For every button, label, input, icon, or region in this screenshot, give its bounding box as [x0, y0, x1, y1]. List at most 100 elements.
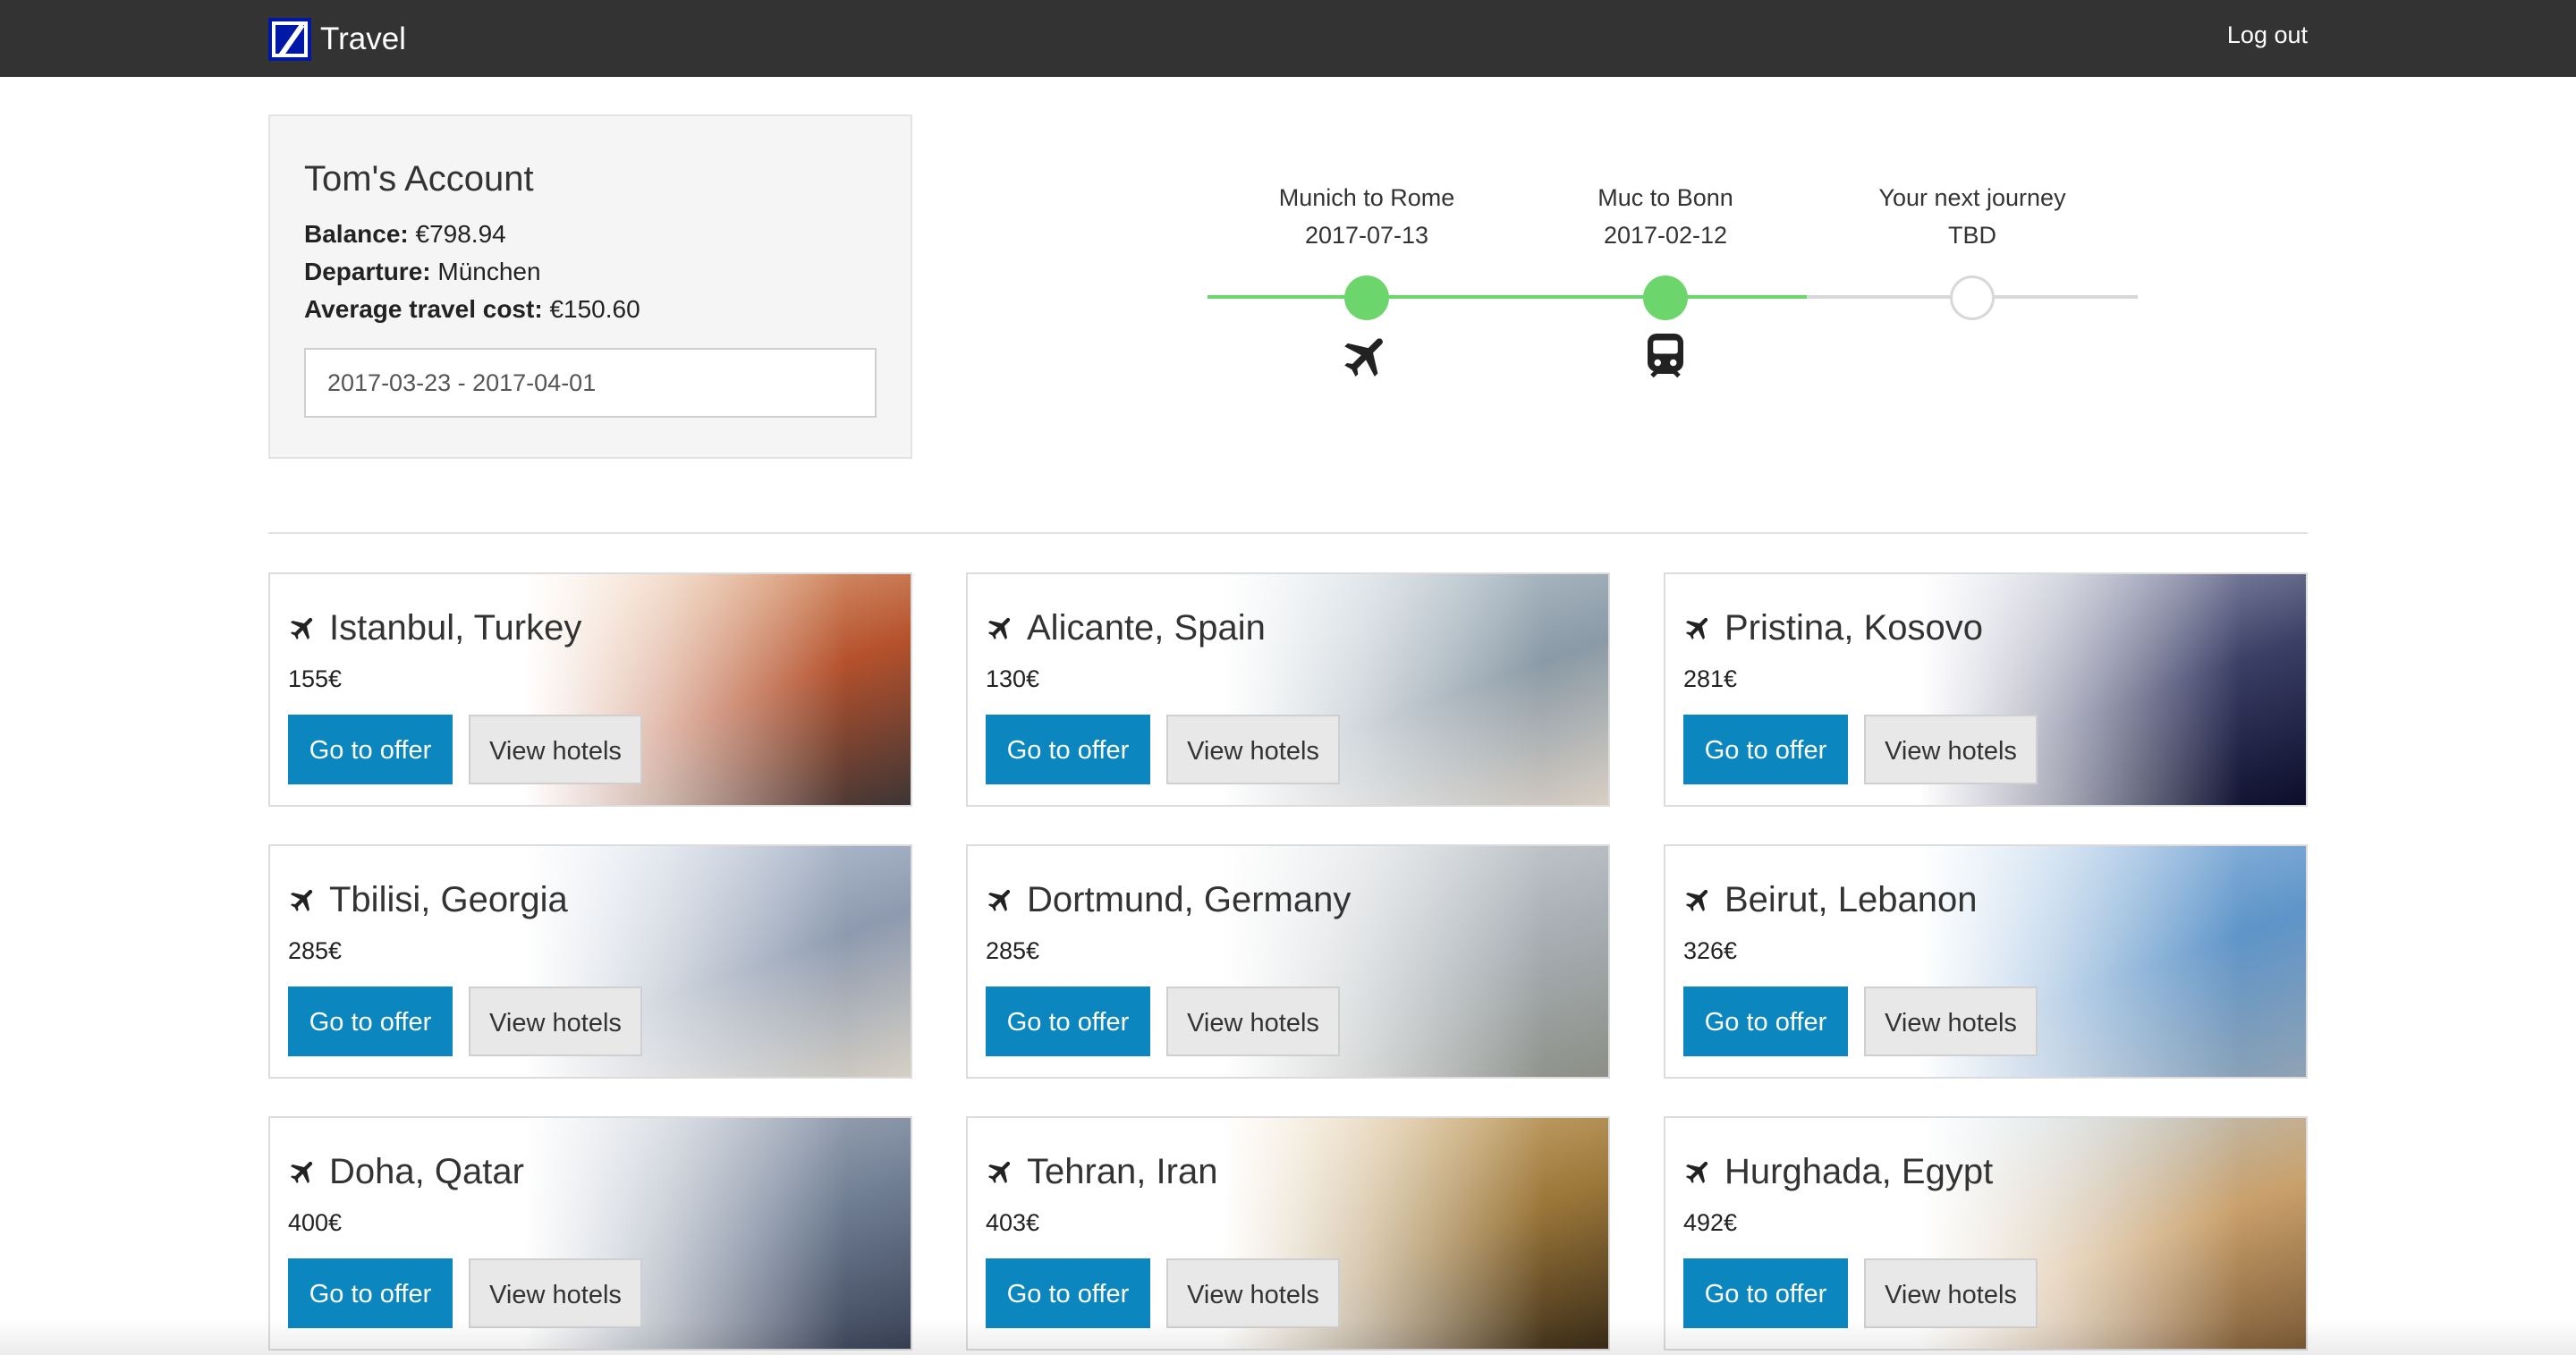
offer-destination: Tbilisi, Georgia	[288, 877, 893, 923]
offer-destination: Dortmund, Germany	[986, 877, 1590, 923]
timeline-dot-done[interactable]	[1344, 275, 1389, 320]
offer-actions: Go to offer View hotels	[1683, 1258, 2288, 1328]
timeline-stop-title: Munich to Rome	[1278, 184, 1455, 211]
offer-card: Beirut, Lebanon 326€ Go to offer View hotel…	[1664, 844, 2308, 1079]
offer-card: Tbilisi, Georgia 285€ Go to offer View hote…	[268, 844, 912, 1079]
offer-actions: Go to offer View hotels	[288, 715, 893, 784]
plane-icon	[290, 889, 313, 912]
go-to-offer-button[interactable]: Go to offer	[288, 1258, 453, 1328]
offer-destination: Pristina, Kosovo	[1683, 605, 2288, 651]
avg-cost-value: €150.60	[549, 295, 640, 323]
offer-destination-name: Doha, Qatar	[329, 1151, 524, 1191]
offer-destination-name: Beirut, Lebanon	[1724, 879, 1978, 919]
view-hotels-button[interactable]: View hotels	[1864, 987, 2038, 1056]
offer-price: 155€	[288, 665, 343, 692]
timeline-stop-title: Your next journey	[1878, 184, 2066, 211]
offer-content: Istanbul, Turkey 155€ Go to offer View hote…	[270, 574, 911, 805]
go-to-offer-button[interactable]: Go to offer	[986, 987, 1150, 1056]
departure-row: Departure: München	[304, 253, 877, 291]
go-to-offer-button[interactable]: Go to offer	[986, 715, 1150, 784]
offer-destination-name: Hurghada, Egypt	[1724, 1151, 1994, 1191]
timeline-dot-next[interactable]	[1950, 275, 1995, 320]
offer-card: Tehran, Iran 403€ Go to offer View hotels	[966, 1116, 1610, 1351]
offer-price: 281€	[1683, 665, 1738, 692]
offer-price: 492€	[1683, 1209, 1738, 1236]
offer-content: Tbilisi, Georgia 285€ Go to offer View hote…	[270, 846, 911, 1077]
offer-content: Tehran, Iran 403€ Go to offer View hotels	[968, 1118, 1608, 1349]
offer-price: 403€	[986, 1209, 1040, 1236]
plane-icon	[1685, 1161, 1708, 1184]
departure-value: München	[437, 258, 541, 285]
brand-name: Travel	[320, 21, 406, 56]
view-hotels-button[interactable]: View hotels	[1166, 1258, 1340, 1328]
offer-destination-name: Istanbul, Turkey	[329, 607, 582, 648]
offer-card: Dortmund, Germany 285€ Go to offer View hot…	[966, 844, 1610, 1079]
view-hotels-button[interactable]: View hotels	[1864, 1258, 2038, 1328]
offer-destination: Doha, Qatar	[288, 1148, 893, 1195]
offer-content: Doha, Qatar 400€ Go to offer View hotels	[270, 1118, 911, 1349]
timeline-progress-line	[1208, 295, 1807, 299]
view-hotels-button[interactable]: View hotels	[1166, 715, 1340, 784]
plane-icon	[290, 1161, 313, 1184]
view-hotels-button[interactable]: View hotels	[1864, 715, 2038, 784]
offer-price: 326€	[1683, 937, 1738, 964]
offer-content: Hurghada, Egypt 492€ Go to offer View hotel…	[1665, 1118, 2306, 1349]
offer-destination-name: Dortmund, Germany	[1027, 879, 1352, 919]
go-to-offer-button[interactable]: Go to offer	[1683, 987, 1848, 1056]
view-hotels-button[interactable]: View hotels	[469, 1258, 642, 1328]
view-hotels-button[interactable]: View hotels	[1166, 987, 1340, 1056]
offer-actions: Go to offer View hotels	[288, 1258, 893, 1328]
brand-logo-icon	[268, 18, 311, 61]
timeline-stop-title: Muc to Bonn	[1597, 184, 1733, 211]
date-range-input[interactable]: 2017-03-23 - 2017-04-01	[304, 348, 877, 418]
offer-destination-name: Tehran, Iran	[1027, 1151, 1218, 1191]
offer-actions: Go to offer View hotels	[986, 1258, 1590, 1328]
departure-label: Departure:	[304, 258, 431, 285]
go-to-offer-button[interactable]: Go to offer	[1683, 1258, 1848, 1328]
timeline-stop-1: Munich to Rome 2017-07-13	[1250, 179, 1483, 254]
bottom-shadow	[0, 1319, 2576, 1355]
offer-destination: Istanbul, Turkey	[288, 605, 893, 651]
offer-destination: Beirut, Lebanon	[1683, 877, 2288, 923]
view-hotels-button[interactable]: View hotels	[469, 715, 642, 784]
offer-destination-name: Alicante, Spain	[1027, 607, 1266, 648]
offer-destination: Hurghada, Egypt	[1683, 1148, 2288, 1195]
logout-link[interactable]: Log out	[2227, 21, 2308, 49]
go-to-offer-button[interactable]: Go to offer	[288, 715, 453, 784]
go-to-offer-button[interactable]: Go to offer	[1683, 715, 1848, 784]
plane-icon	[987, 1161, 1011, 1184]
brand[interactable]: Travel	[268, 18, 406, 61]
journey-timeline: Munich to Rome 2017-07-13 Muc to Bonn 20…	[1163, 179, 2147, 402]
offer-destination: Alicante, Spain	[986, 605, 1590, 651]
offer-card: Doha, Qatar 400€ Go to offer View hotels	[268, 1116, 912, 1351]
balance-label: Balance:	[304, 220, 409, 248]
offer-actions: Go to offer View hotels	[288, 987, 893, 1056]
offer-actions: Go to offer View hotels	[1683, 715, 2288, 784]
offer-content: Dortmund, Germany 285€ Go to offer View hot…	[968, 846, 1608, 1077]
top-navbar: Travel Log out	[0, 0, 2576, 77]
train-icon	[1648, 334, 1683, 378]
timeline-dot-done[interactable]	[1643, 275, 1688, 320]
account-panel: Tom's Account Balance: €798.94 Departure…	[268, 114, 912, 459]
offer-card: Alicante, Spain 130€ Go to offer View hotel…	[966, 572, 1610, 807]
section-divider	[268, 532, 2308, 534]
view-hotels-button[interactable]: View hotels	[469, 987, 642, 1056]
offer-actions: Go to offer View hotels	[986, 987, 1590, 1056]
avg-cost-label: Average travel cost:	[304, 295, 543, 323]
offer-content: Pristina, Kosovo 281€ Go to offer View hote…	[1665, 574, 2306, 805]
offer-actions: Go to offer View hotels	[986, 715, 1590, 784]
offer-price: 400€	[288, 1209, 343, 1236]
plane-icon	[290, 617, 313, 640]
offer-content: Beirut, Lebanon 326€ Go to offer View hotel…	[1665, 846, 2306, 1077]
offer-destination-name: Pristina, Kosovo	[1724, 607, 1984, 648]
go-to-offer-button[interactable]: Go to offer	[986, 1258, 1150, 1328]
offer-card: Hurghada, Egypt 492€ Go to offer View hotel…	[1664, 1116, 2308, 1351]
offer-actions: Go to offer View hotels	[1683, 987, 2288, 1056]
plane-icon	[1685, 617, 1708, 640]
balance-value: €798.94	[415, 220, 506, 248]
timeline-stop-date: 2017-02-12	[1603, 222, 1728, 249]
timeline-stop-date: 2017-07-13	[1304, 222, 1429, 249]
offer-price: 285€	[986, 937, 1040, 964]
go-to-offer-button[interactable]: Go to offer	[288, 987, 453, 1056]
plane-icon	[1344, 338, 1383, 377]
